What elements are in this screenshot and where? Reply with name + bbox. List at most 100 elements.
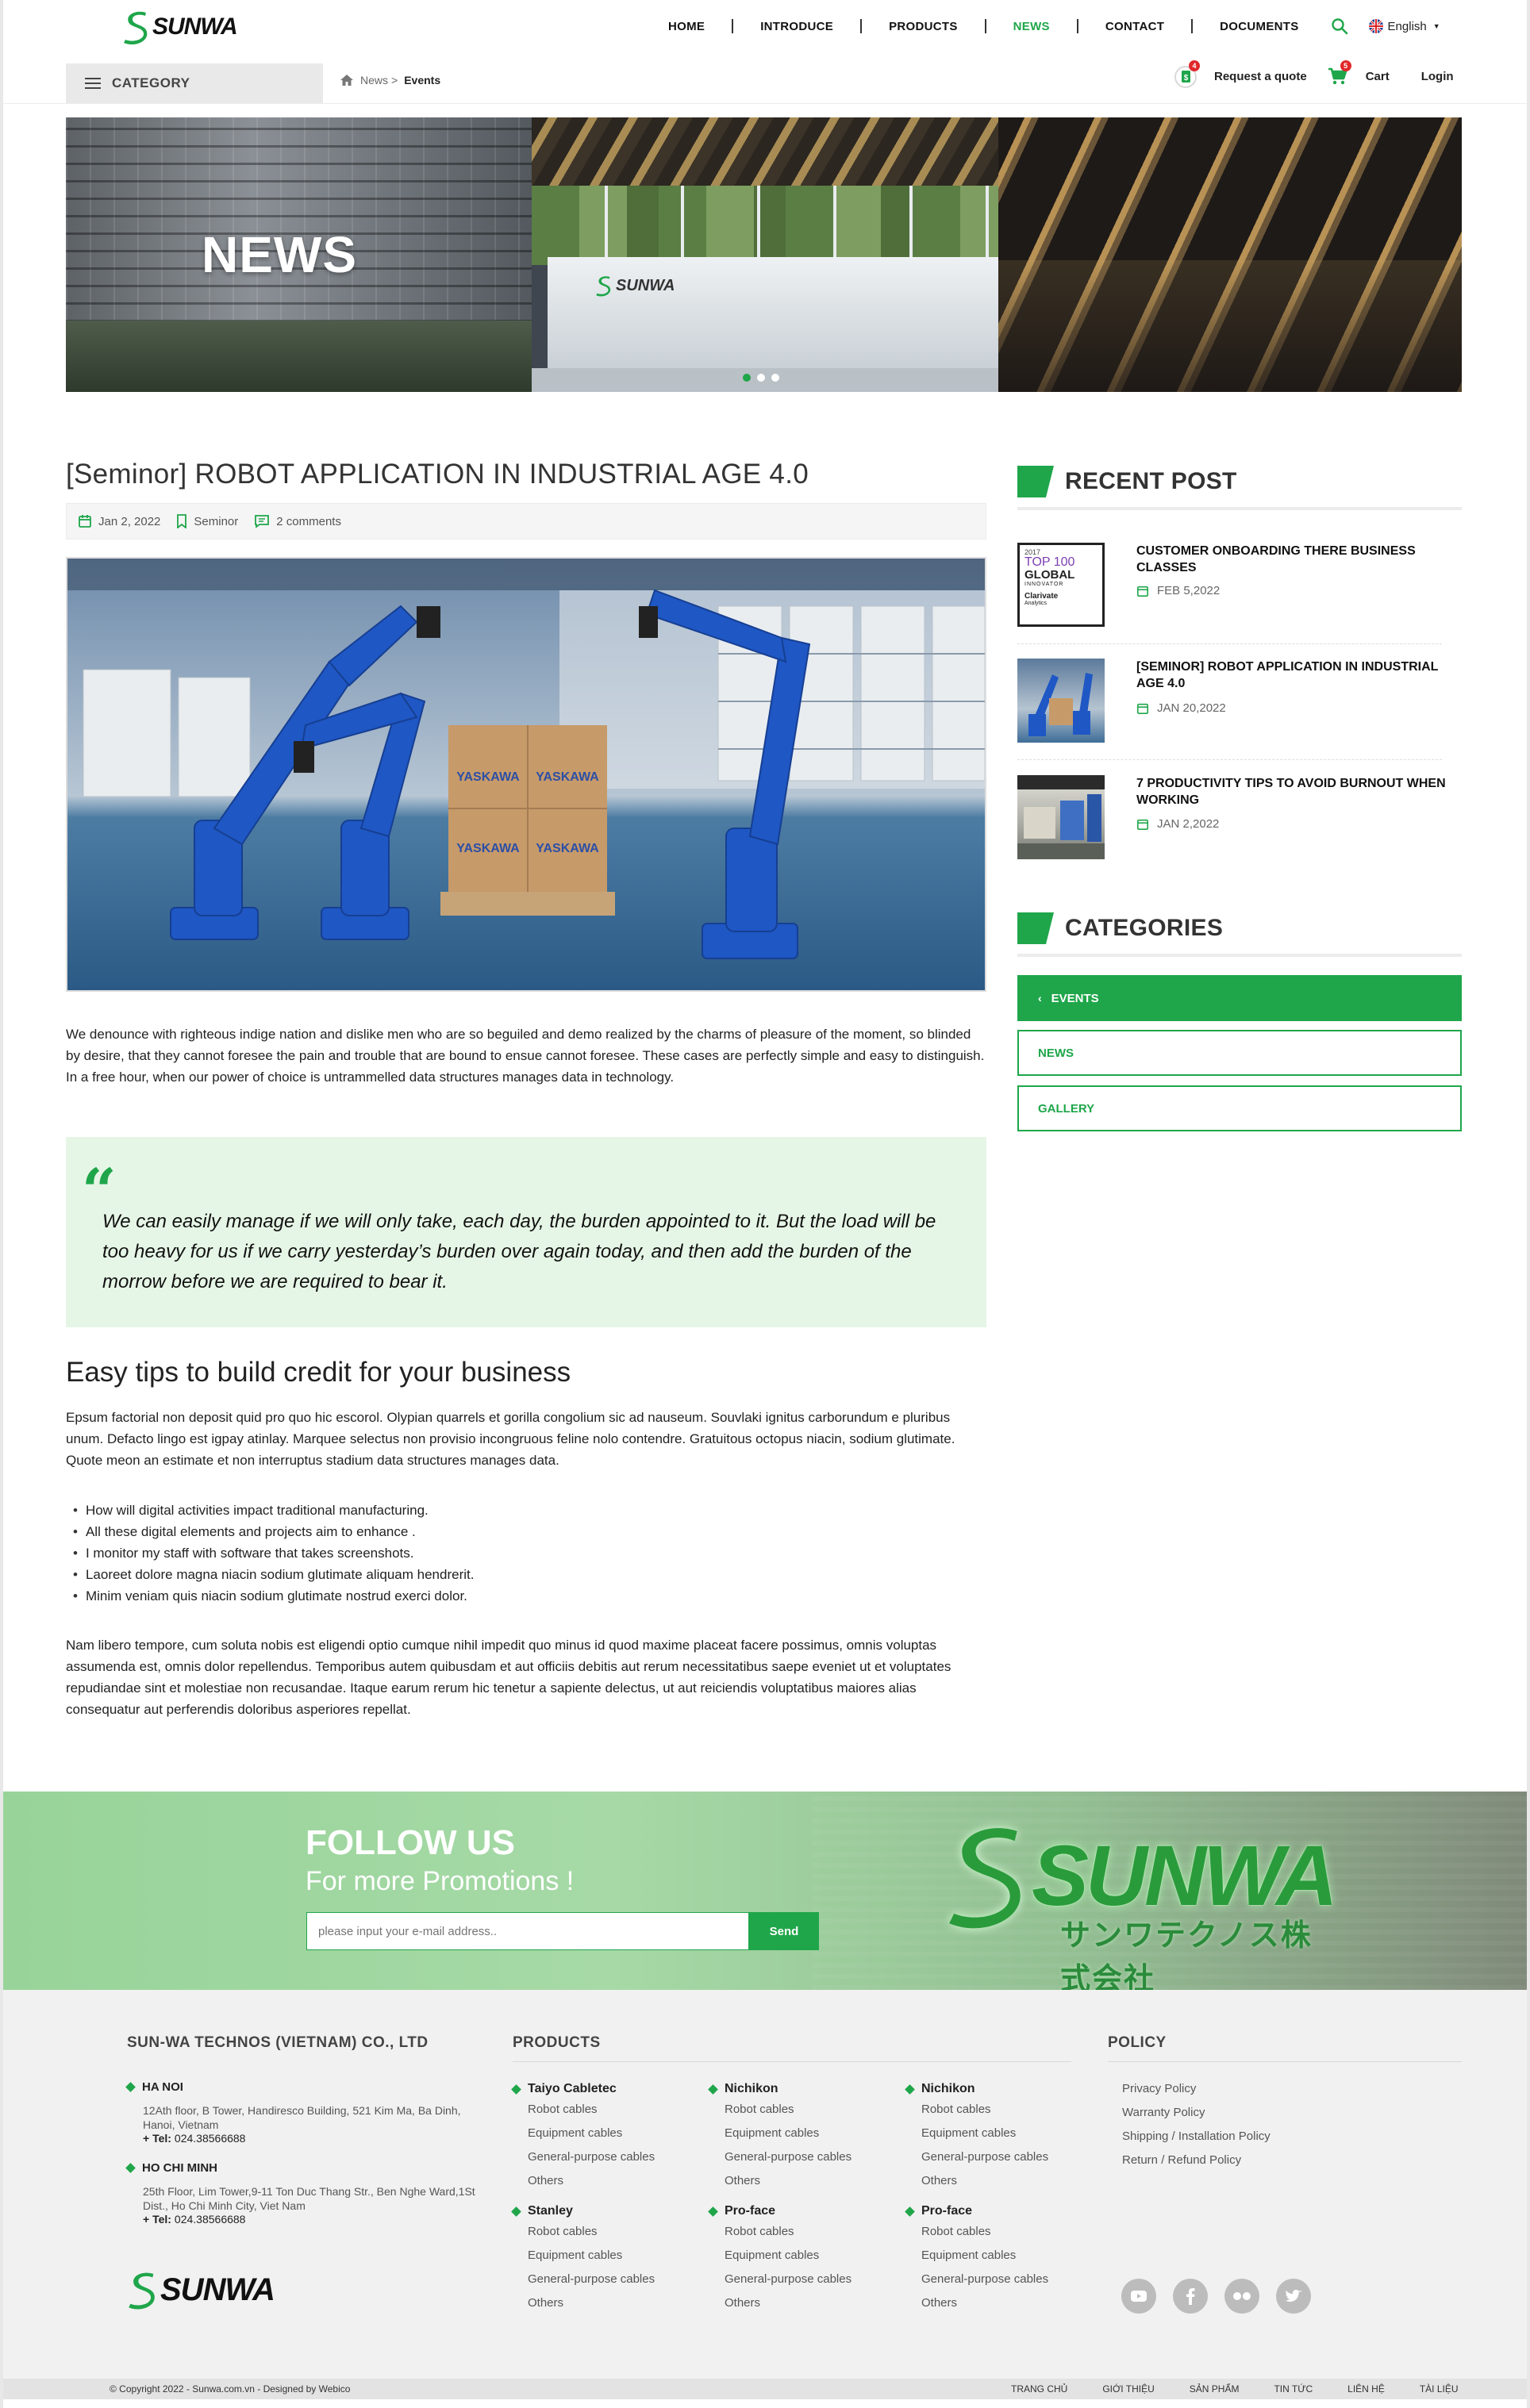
search-icon[interactable] <box>1331 17 1348 35</box>
nav-home[interactable]: HOME <box>668 20 705 33</box>
bottom-link[interactable]: TRANG CHỦ <box>1011 2383 1067 2395</box>
bookmark-icon <box>177 514 187 528</box>
uk-flag-icon <box>1368 19 1383 33</box>
nav-documents[interactable]: DOCUMENTS <box>1220 20 1298 33</box>
quote-icon-wrap[interactable]: $ 4 <box>1171 60 1200 90</box>
cart-icon-wrap[interactable]: 5 <box>1323 60 1351 90</box>
product-link[interactable]: Equipment cables <box>906 2122 1097 2145</box>
nav-news[interactable]: NEWS <box>1013 20 1050 33</box>
product-link[interactable]: Others <box>906 2169 1097 2193</box>
request-quote-link[interactable]: Request a quote <box>1214 70 1307 83</box>
product-link[interactable]: Others <box>513 2169 703 2193</box>
nav-introduce[interactable]: INTRODUCE <box>760 20 833 33</box>
product-link[interactable]: General-purpose cables <box>513 2145 703 2169</box>
recent-post-item[interactable]: [SEMINOR] ROBOT APPLICATION IN INDUSTRIA… <box>1017 659 1442 746</box>
brand-name[interactable]: Pro-face <box>921 2204 972 2218</box>
recent-post-title[interactable]: [SEMINOR] ROBOT APPLICATION IN INDUSTRIA… <box>1136 659 1454 692</box>
category-news[interactable]: NEWS <box>1017 1030 1462 1076</box>
article-meta: Jan 2, 2022 Seminor 2 comments <box>66 503 986 540</box>
flickr-icon[interactable] <box>1224 2279 1259 2314</box>
site-logo[interactable]: SUNWA <box>122 10 238 44</box>
comment-icon <box>255 515 270 528</box>
language-label: English <box>1387 19 1427 33</box>
bottom-link[interactable]: LIÊN HỆ <box>1347 2383 1385 2395</box>
product-link[interactable]: General-purpose cables <box>709 2145 900 2169</box>
office-name: HA NOI <box>142 2080 183 2094</box>
main-nav: HOME INTRODUCE PRODUCTS NEWS CONTACT DOC… <box>668 14 1440 38</box>
brand-name[interactable]: Nichikon <box>725 2082 778 2096</box>
product-link[interactable]: Others <box>906 2291 1097 2315</box>
product-link[interactable]: General-purpose cables <box>709 2268 900 2291</box>
product-link[interactable]: Robot cables <box>513 2220 703 2244</box>
product-link[interactable]: Equipment cables <box>709 2122 900 2145</box>
article-comments[interactable]: 2 comments <box>254 514 341 528</box>
brand-name[interactable]: Stanley <box>528 2204 573 2218</box>
bottom-link[interactable]: GIỚI THIỆU <box>1102 2383 1154 2395</box>
brand-name[interactable]: Pro-face <box>725 2204 775 2218</box>
hero-office-photo: SUNWA <box>532 117 1008 392</box>
product-link[interactable]: Robot cables <box>709 2220 900 2244</box>
article-category[interactable]: Seminor <box>176 514 238 528</box>
category-menu-button[interactable]: CATEGORY <box>66 63 323 103</box>
product-link[interactable]: General-purpose cables <box>906 2145 1097 2169</box>
newsletter-send-button[interactable]: Send <box>749 1912 819 1950</box>
nav-contact[interactable]: CONTACT <box>1105 20 1164 33</box>
product-link[interactable]: Robot cables <box>709 2098 900 2122</box>
product-link[interactable]: Others <box>709 2169 900 2193</box>
policy-link[interactable]: Shipping / Installation Policy <box>1122 2130 1271 2143</box>
copyright-text: © Copyright 2022 - Sunwa.com.vn - Design… <box>110 2383 351 2395</box>
product-link[interactable]: Equipment cables <box>906 2244 1097 2268</box>
facebook-icon[interactable] <box>1173 2279 1208 2314</box>
product-link[interactable]: Equipment cables <box>513 2122 703 2145</box>
list-item: All these digital elements and projects … <box>73 1521 986 1542</box>
product-link[interactable]: Robot cables <box>906 2220 1097 2244</box>
tel-label: + Tel: <box>143 2213 171 2226</box>
svg-text:$: $ <box>1184 74 1189 83</box>
product-link[interactable]: Equipment cables <box>709 2244 900 2268</box>
nav-products[interactable]: PRODUCTS <box>889 20 958 33</box>
bottom-link[interactable]: SẢN PHẨM <box>1190 2383 1240 2395</box>
product-link[interactable]: Others <box>513 2291 703 2315</box>
slider-dot-2[interactable] <box>757 374 765 382</box>
newsletter-email-input[interactable] <box>306 1912 749 1950</box>
product-link[interactable]: Robot cables <box>906 2098 1097 2122</box>
home-icon[interactable] <box>340 74 354 86</box>
category-events[interactable]: ‹ EVENTS <box>1017 975 1462 1021</box>
login-link[interactable]: Login <box>1421 70 1454 83</box>
recent-post-title[interactable]: 7 PRODUCTIVITY TIPS TO AVOID BURNOUT WHE… <box>1136 775 1454 808</box>
footer-logo[interactable]: SUNWA <box>127 2268 275 2312</box>
product-link[interactable]: Robot cables <box>513 2098 703 2122</box>
brand-name[interactable]: Taiyo Cabletec <box>528 2082 617 2096</box>
tel-number[interactable]: 024.38566688 <box>175 2213 246 2226</box>
tel-number[interactable]: 024.38566688 <box>175 2132 246 2145</box>
diamond-icon <box>905 2206 915 2217</box>
slider-dot-1[interactable] <box>743 374 751 382</box>
product-link[interactable]: Others <box>709 2291 900 2315</box>
slider-dot-3[interactable] <box>771 374 779 382</box>
youtube-icon[interactable] <box>1121 2279 1156 2314</box>
category-gallery[interactable]: GALLERY <box>1017 1085 1462 1131</box>
list-item: Laoreet dolore magna niacin sodium gluti… <box>73 1564 986 1585</box>
product-link[interactable]: Equipment cables <box>513 2244 703 2268</box>
twitter-icon[interactable] <box>1276 2279 1311 2314</box>
recent-post-divider <box>1017 759 1442 760</box>
recent-post-title[interactable]: CUSTOMER ONBOARDING THERE BUSINESS CLASS… <box>1136 543 1454 576</box>
product-link[interactable]: General-purpose cables <box>513 2268 703 2291</box>
policy-link[interactable]: Return / Refund Policy <box>1122 2153 1241 2167</box>
policy-link[interactable]: Warranty Policy <box>1122 2106 1205 2119</box>
brand-column-2: Nichikon Robot cables Equipment cables G… <box>708 2080 900 2325</box>
language-selector[interactable]: English ▼ <box>1368 19 1440 33</box>
policy-link[interactable]: Privacy Policy <box>1122 2082 1196 2095</box>
recent-post-item[interactable]: 7 PRODUCTIVITY TIPS TO AVOID BURNOUT WHE… <box>1017 775 1446 862</box>
breadcrumb-current: Events <box>404 74 441 86</box>
nav-separator <box>1191 19 1194 33</box>
cart-link[interactable]: Cart <box>1366 70 1390 83</box>
bottom-link[interactable]: TÀI LIỆU <box>1420 2383 1459 2395</box>
thumb-text: Analytics <box>1024 601 1048 606</box>
article-date: Jan 2, 2022 <box>78 514 160 528</box>
recent-post-item[interactable]: 2017 TOP 100 GLOBAL INNOVATOR Clarivate … <box>1017 543 1442 630</box>
bottom-link[interactable]: TIN TỨC <box>1274 2383 1313 2395</box>
breadcrumb-parent[interactable]: News <box>360 74 388 86</box>
brand-name[interactable]: Nichikon <box>921 2082 975 2096</box>
product-link[interactable]: General-purpose cables <box>906 2268 1097 2291</box>
